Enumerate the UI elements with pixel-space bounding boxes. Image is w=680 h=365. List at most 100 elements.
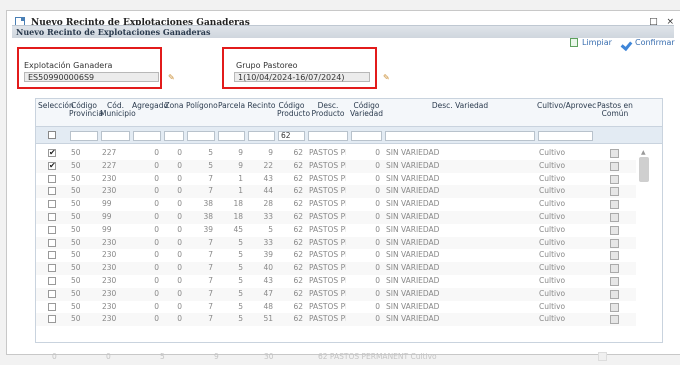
cell-prov: 50 <box>71 250 81 260</box>
column-header-cvar[interactable]: Código Variedad <box>350 102 383 118</box>
column-header-zona[interactable]: Zona <box>163 102 185 110</box>
column-header-dvar[interactable]: Desc. Variedad <box>384 102 536 110</box>
table-row[interactable]: 50 230 0 0 7 5 47 62 PASTOS PEI 0 SIN VARIEDAD Cult… <box>36 287 636 301</box>
table-row[interactable]: 50 230 0 0 7 5 51 62 PASTOS PEI 0 SIN VARIEDAD Cult… <box>36 313 636 327</box>
column-header-prov[interactable]: Código Provincia <box>69 102 103 118</box>
row-select-checkbox[interactable] <box>48 200 56 209</box>
cell-cvar: 0 <box>375 237 380 247</box>
pastos-comun-checkbox <box>610 200 619 210</box>
cell-mun: 230 <box>102 275 117 285</box>
table-row[interactable]: 50 230 0 0 7 5 48 62 PASTOS PEI 0 SIN VARIEDAD Cult… <box>36 301 636 314</box>
filter-dprod[interactable] <box>308 131 348 141</box>
cell-cprod: 62 <box>293 224 303 234</box>
filter-prov[interactable] <box>70 131 98 141</box>
table-row[interactable]: 50 230 0 0 7 1 43 62 PASTOS PEI 0 SIN VARIEDAD Cult… <box>36 173 636 186</box>
cell-prov: 50 <box>71 263 81 273</box>
ghost-cell: 9 <box>214 352 219 361</box>
cell-par: 5 <box>238 288 243 298</box>
filter-cprod[interactable]: 62 <box>278 131 305 141</box>
cell-dprod: PASTOS PEI <box>309 224 346 234</box>
table-row[interactable]: 50 230 0 0 7 1 44 62 PASTOS PEI 0 SIN VARIEDAD Cult… <box>36 185 636 199</box>
filter-cult[interactable] <box>538 131 593 141</box>
table-row[interactable]: 50 99 0 0 38 18 28 62 PASTOS PEI 0 SIN VARIEDAD Cul… <box>36 198 636 211</box>
filter-zona[interactable] <box>164 131 184 141</box>
table-row[interactable]: 50 99 0 0 39 45 5 62 PASTOS PEI 0 SIN VARIEDAD Cult… <box>36 224 636 237</box>
row-select-checkbox[interactable] <box>48 315 56 324</box>
column-header-pastos[interactable]: Pastos en Común <box>595 102 635 118</box>
filter-cvar[interactable] <box>351 131 382 141</box>
row-select-checkbox[interactable] <box>48 289 56 298</box>
row-select-checkbox[interactable] <box>48 212 56 221</box>
cell-dvar: SIN VARIEDAD <box>386 237 440 247</box>
group-picker-icon[interactable]: ✎ <box>383 74 391 82</box>
cell-dvar: SIN VARIEDAD <box>386 288 440 298</box>
cell-agr: 0 <box>154 275 159 285</box>
cell-rec: 44 <box>263 186 273 196</box>
table-row[interactable]: ✔ 50 227 0 0 5 9 22 62 PASTOS PEI 0 SIN VARIEDAD Cul… <box>36 159 636 173</box>
scroll-up-icon[interactable]: ▲ <box>641 149 646 156</box>
row-select-checkbox[interactable] <box>48 264 56 273</box>
row-select-checkbox[interactable] <box>48 302 56 311</box>
cell-agr: 0 <box>154 263 159 273</box>
cell-par: 5 <box>238 250 243 260</box>
table-row[interactable]: 50 230 0 0 7 5 40 62 PASTOS PEI 0 SIN VARIEDAD Cult… <box>36 262 636 275</box>
row-select-checkbox[interactable]: ✔ <box>48 161 56 170</box>
pastos-comun-checkbox <box>610 315 619 325</box>
column-header-rec[interactable]: Recinto <box>247 102 276 110</box>
filter-agr[interactable] <box>133 131 161 141</box>
table-row[interactable]: 50 230 0 0 7 5 39 62 PASTOS PEI 0 SIN VARIEDAD Cult… <box>36 249 636 262</box>
column-header-cprod[interactable]: Código Producto <box>277 102 310 118</box>
limpiar-button[interactable]: Limpiar <box>570 36 612 49</box>
cell-dvar: SIN VARIEDAD <box>386 224 440 234</box>
column-header-sel[interactable]: Selección <box>38 102 74 110</box>
column-header-dprod[interactable]: Desc. Producto <box>307 102 349 118</box>
cell-cult: Cultivo <box>539 160 566 170</box>
row-select-checkbox[interactable]: ✔ <box>48 149 56 157</box>
cell-agr: 0 <box>154 301 159 311</box>
filter-rec[interactable] <box>248 131 275 141</box>
filter-dvar[interactable] <box>385 131 535 141</box>
search-picker-icon[interactable]: ✎ <box>168 74 176 82</box>
select-all-checkbox[interactable] <box>48 131 56 139</box>
cell-cult: Cultivo <box>539 224 566 234</box>
table-row[interactable]: 50 99 0 0 38 18 33 62 PASTOS PEI 0 SIN VARIEDAD Cul… <box>36 210 636 224</box>
table-row[interactable]: 50 230 0 0 7 5 33 62 PASTOS PEI 0 SIN VARIEDAD Cult… <box>36 236 636 250</box>
row-select-checkbox[interactable] <box>48 225 56 234</box>
cell-dvar: SIN VARIEDAD <box>386 186 440 196</box>
scroll-thumb[interactable] <box>639 157 649 182</box>
cell-agr: 0 <box>154 160 159 170</box>
cell-cult: Cultivo <box>539 211 566 221</box>
column-header-pol[interactable]: Polígono <box>186 102 218 110</box>
row-select-checkbox[interactable] <box>48 238 56 247</box>
column-header-cult[interactable]: Cultivo/Aprovec <box>537 102 596 110</box>
row-select-checkbox[interactable] <box>48 174 56 183</box>
filter-par[interactable] <box>218 131 245 141</box>
cell-cvar: 0 <box>375 211 380 221</box>
cell-par: 1 <box>238 186 243 196</box>
ghost-cell: 30 <box>264 352 274 361</box>
pastos-comun-checkbox <box>610 289 619 299</box>
filter-pol[interactable] <box>187 131 215 141</box>
table-row[interactable]: ✔ 50 227 0 0 5 9 9 62 PASTOS PEI 0 SIN VARIEDAD Cult… <box>36 147 636 160</box>
filter-row: 62 <box>36 127 662 144</box>
cell-dvar: SIN VARIEDAD <box>386 314 440 324</box>
confirmar-button[interactable]: Confirmar <box>622 36 675 49</box>
cell-mun: 230 <box>102 301 117 311</box>
cell-agr: 0 <box>154 211 159 221</box>
row-select-checkbox[interactable] <box>48 251 56 260</box>
row-select-checkbox[interactable] <box>48 187 56 196</box>
filter-mun[interactable] <box>101 131 130 141</box>
cell-dvar: SIN VARIEDAD <box>386 160 440 170</box>
row-select-checkbox[interactable] <box>48 276 56 285</box>
cell-zona: 0 <box>177 237 182 247</box>
vertical-scrollbar[interactable]: ▲ <box>638 147 650 342</box>
cell-mun: 230 <box>102 186 117 196</box>
cell-cult: Cultivo <box>539 314 566 324</box>
cell-prov: 50 <box>71 186 81 196</box>
column-header-par[interactable]: Parcela <box>217 102 246 110</box>
cell-rec: 47 <box>263 288 273 298</box>
column-header-mun[interactable]: Cód. Municipio <box>100 102 136 118</box>
cell-par: 18 <box>233 199 243 209</box>
table-row[interactable]: 50 230 0 0 7 5 43 62 PASTOS PEI 0 SIN VARIEDAD Cult… <box>36 275 636 288</box>
column-header-agr[interactable]: Agregado <box>132 102 168 110</box>
